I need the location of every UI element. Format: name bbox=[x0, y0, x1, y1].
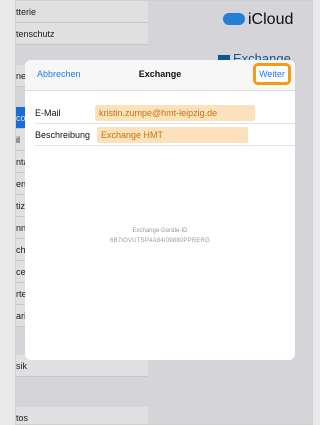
section-gap bbox=[16, 377, 148, 407]
icloud-label: iCloud bbox=[248, 11, 294, 28]
description-label: Beschreibung bbox=[35, 130, 91, 140]
settings-item-label: tenschutz bbox=[16, 29, 55, 39]
settings-item-label: il bbox=[16, 135, 20, 145]
cloud-icon bbox=[223, 12, 245, 25]
email-row: E-Mail kristin.zumpe@hmt-leipzig.de bbox=[35, 102, 295, 124]
settings-item[interactable]: tterie bbox=[16, 1, 148, 23]
sheet-header: Abbrechen Exchange Weiter bbox=[25, 60, 295, 91]
email-field[interactable]: kristin.zumpe@hmt-leipzig.de bbox=[95, 105, 255, 121]
device-id-label: Exchange-Geräte-ID bbox=[132, 228, 188, 234]
device-id-value: 6B7IOVUTSP4A84I09880PPRERG bbox=[110, 238, 210, 244]
description-row: Beschreibung Exchange HMT bbox=[35, 124, 295, 146]
settings-item-label: tos bbox=[16, 413, 29, 423]
settings-item-label: sik bbox=[16, 361, 27, 371]
description-field[interactable]: Exchange HMT bbox=[97, 127, 248, 143]
settings-item-label: tterie bbox=[16, 7, 37, 17]
settings-item[interactable]: tenschutz bbox=[16, 23, 148, 45]
next-button[interactable]: Weiter bbox=[253, 63, 291, 85]
exchange-account-sheet: Abbrechen Exchange Weiter E-Mail kristin… bbox=[25, 60, 295, 360]
email-label: E-Mail bbox=[35, 108, 61, 118]
settings-item[interactable]: tos bbox=[16, 407, 148, 424]
icloud-option[interactable]: iCloud bbox=[223, 11, 293, 29]
